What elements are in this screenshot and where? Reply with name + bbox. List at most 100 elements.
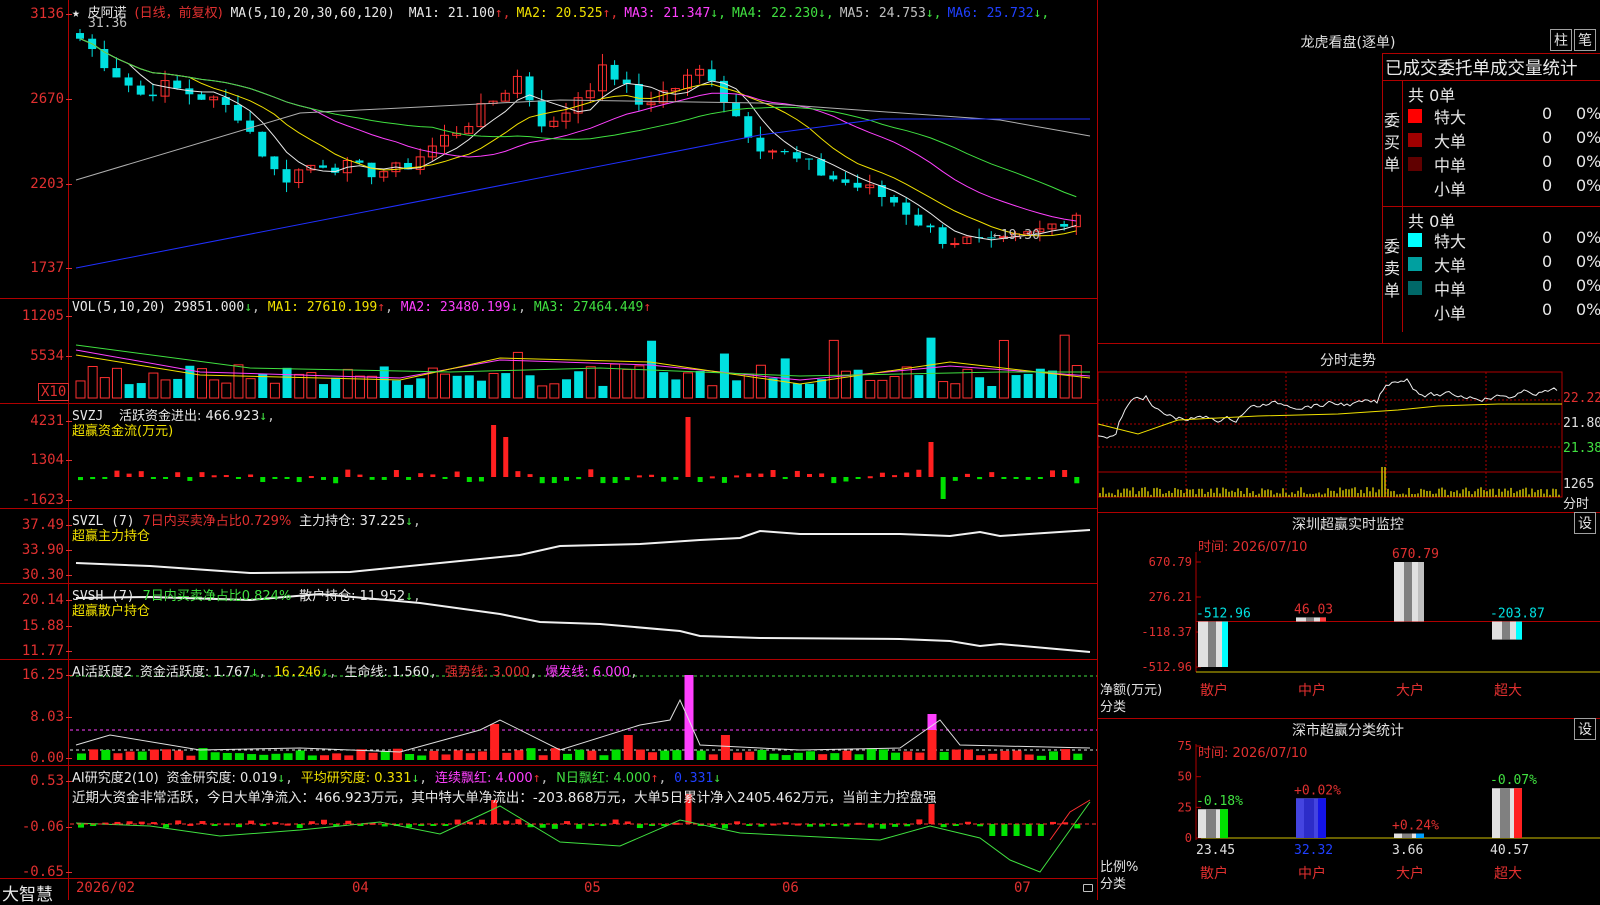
sz-monitor-value-label: -203.87 (1490, 606, 1545, 621)
ai-research-bar (1001, 824, 1008, 836)
ai-active-bar (672, 750, 682, 760)
sz-monitor-category: 超大 (1494, 683, 1522, 699)
ai-active-bar (344, 755, 354, 760)
vol-bar (221, 382, 232, 399)
svsh-axis-2: 11.77 (0, 643, 72, 659)
candle-down (319, 165, 327, 168)
sell-pct-0: 0% (1576, 228, 1600, 247)
tick-mode-button[interactable]: 笔 (1574, 29, 1596, 51)
svzj-bar (102, 477, 108, 479)
candle-down (197, 94, 206, 100)
svzj-bar (515, 471, 521, 477)
svzj-bar (952, 477, 958, 481)
ai-research-bar (928, 804, 935, 824)
ai-active-text: 资金活跃度: 1.767 (139, 665, 251, 680)
ma-item-arrow: ↑, (494, 6, 511, 21)
candle-down (112, 68, 121, 78)
vol-bar (306, 372, 317, 399)
svzj-bar (551, 477, 557, 484)
buy-name-3: 小单 (1434, 180, 1467, 199)
candle-down (744, 116, 753, 138)
ai-active-bar (1024, 754, 1034, 760)
lock-icon[interactable] (1083, 884, 1093, 892)
sz-stats-chart: 75 50 25 0 -0.18% 23.45 散户 +0.02% 32.32 中户 +0.24% 3… (1178, 739, 1600, 882)
vol-bar (732, 380, 742, 398)
svzj-bar (673, 477, 679, 480)
svzl-ratio: 7日内买卖净占比0.729% (142, 514, 292, 529)
ai-research-t4: N日飘红: 4.000 (556, 771, 651, 786)
kline-chart-canvas[interactable] (0, 0, 1098, 900)
vol-bar (634, 365, 645, 399)
svzj-bar (685, 417, 691, 477)
sz-monitor-value-label: -512.96 (1196, 606, 1251, 621)
sz-monitor-bar-edge (1418, 562, 1424, 622)
buy-pct-0: 0% (1576, 104, 1600, 123)
vol-bar (537, 385, 548, 399)
svzl-axis-2: 30.30 (0, 567, 72, 583)
ai-active-bar (259, 754, 269, 760)
vol-bar (889, 376, 900, 399)
sz-monitor-bar-shade (1306, 617, 1314, 622)
sell-count-2: 0 (1542, 276, 1553, 295)
buy-name-0: 特大 (1434, 108, 1467, 127)
vol-bar (148, 372, 159, 399)
ai-active-bar (963, 749, 973, 760)
candle-down (756, 137, 765, 152)
candle-down (792, 152, 801, 159)
svzj-bar (1025, 477, 1031, 480)
vol-axis-1: 5534 (0, 348, 72, 364)
ai-active-bar (295, 750, 305, 760)
ma-item-2: MA2: 20.525 (516, 6, 603, 21)
candle-down (258, 131, 267, 157)
ai-active-bar (149, 749, 159, 760)
ai-active-bar (623, 735, 633, 760)
svzj-bar (199, 472, 205, 477)
ai-research-bar (721, 824, 728, 829)
ai-active-label: AI活跃度2 (72, 665, 132, 680)
x-label-4: 07 (1014, 880, 1031, 896)
vol-bar (525, 375, 535, 398)
sell-name-0: 特大 (1434, 232, 1467, 251)
intraday-axis-0: 22.22 (1563, 391, 1600, 406)
svsh-axis-0: 20.14 (0, 592, 72, 608)
svzj-bar (612, 477, 618, 483)
main-chart-area[interactable]: ★ 皮阿诺 (日线，前复权) MA(5,10,20,30,60,120) MA1… (0, 0, 1098, 905)
ai-active-bar (174, 750, 184, 760)
sz-stats-ytick: 75 (1178, 739, 1192, 753)
svzl-text: 主力持仓: 37.225 (299, 514, 406, 529)
vol-bar (987, 385, 997, 398)
vol-bar (671, 379, 681, 398)
ma-item-5: MA5: 24.753 (839, 6, 926, 21)
ai-active-bar (502, 752, 512, 760)
svzj-bar (381, 477, 387, 480)
svsh-ratio: 7日内买卖净占比0.824% (142, 589, 292, 604)
vol-bar (659, 372, 669, 398)
ma-item-arrow: ↓, (818, 6, 834, 21)
bar-mode-button[interactable]: 柱 (1550, 29, 1572, 51)
sz-stats-ytick: 50 (1178, 770, 1192, 784)
svzj-bar (807, 473, 812, 477)
candle-down (853, 182, 862, 188)
vol-bar (792, 383, 802, 398)
buy-count-2: 0 (1542, 152, 1553, 171)
ai-active-bar (320, 755, 329, 760)
ma-item-arrow: ↑, (602, 6, 619, 21)
dragon-tiger-panel: 龙虎看盘(逐单) 柱 笔 已成交委托单成交量统计 委买单 共 0单 特大 0 0% 大… (1098, 0, 1600, 344)
vol-bar (1071, 365, 1082, 399)
dragon-tiger-subtitle: 已成交委托单成交量统计 (1385, 59, 1578, 79)
sz-stats-ytick: 25 (1178, 800, 1192, 814)
ai-active-bar (648, 752, 658, 760)
ai-research-bar (454, 819, 461, 824)
vol-ma2: MA2: 23480.199 (400, 300, 511, 315)
buy-pct-2: 0% (1576, 152, 1600, 171)
candle-down (136, 85, 145, 95)
intraday-chart[interactable] (1098, 344, 1600, 512)
buy-name-1: 大单 (1434, 132, 1467, 151)
ai-active-bar (806, 751, 815, 760)
intraday-axis-1: 21.80 (1563, 416, 1600, 431)
ai-active-bar (283, 753, 293, 760)
candle-down (938, 227, 947, 244)
ai-active-bar (1000, 750, 1010, 760)
intraday-panel[interactable]: 分时走势 22.22 21.80 21.38 1265 分时 (1098, 344, 1600, 512)
svsh-axis-1: 15.88 (0, 618, 72, 634)
